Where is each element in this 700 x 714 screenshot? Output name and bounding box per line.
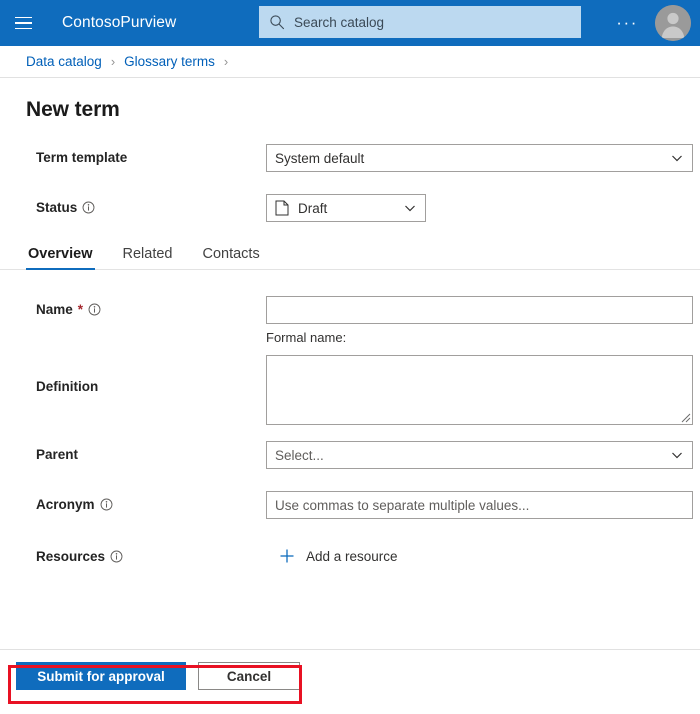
- avatar[interactable]: [655, 5, 691, 41]
- chevron-down-icon: [405, 205, 415, 212]
- name-field: Formal name:: [266, 296, 700, 345]
- acronym-label-text: Acronym: [36, 497, 95, 512]
- cancel-button[interactable]: Cancel: [198, 662, 300, 690]
- formal-name-helper: Formal name:: [266, 330, 347, 345]
- hamburger-menu-icon[interactable]: [0, 0, 46, 46]
- resources-label-text: Resources: [36, 549, 106, 564]
- breadcrumb-item-data-catalog[interactable]: Data catalog: [26, 54, 102, 69]
- tab-contacts-label: Contacts: [202, 246, 260, 262]
- field-row-resources: Resources Add a resource: [0, 543, 700, 577]
- resources-label: Resources: [36, 543, 266, 564]
- field-row-acronym: Acronym Use commas to separate multiple …: [0, 491, 700, 525]
- parent-placeholder: Select...: [275, 447, 324, 463]
- page-title: New term: [26, 98, 120, 121]
- tabs: Overview Related Contacts: [0, 244, 700, 270]
- chevron-down-icon: [672, 452, 682, 459]
- parent-field: Select...: [266, 441, 700, 469]
- search-input[interactable]: Search catalog: [259, 6, 581, 38]
- tab-related-label: Related: [122, 246, 173, 262]
- definition-textarea[interactable]: [266, 355, 693, 425]
- parent-dropdown[interactable]: Select...: [266, 441, 693, 469]
- more-options-icon[interactable]: ···: [610, 0, 644, 46]
- info-icon[interactable]: [88, 303, 101, 316]
- definition-field: [266, 355, 700, 425]
- field-row-parent: Parent Select...: [0, 441, 700, 475]
- hamburger-bar: [14, 22, 32, 24]
- tab-related[interactable]: Related: [121, 244, 175, 269]
- document-icon: [275, 200, 289, 216]
- status-dropdown[interactable]: Draft: [266, 194, 426, 222]
- term-template-value: System default: [275, 150, 365, 166]
- acronym-placeholder: Use commas to separate multiple values..…: [275, 497, 530, 513]
- acronym-label: Acronym: [36, 491, 266, 512]
- field-row-status: Status Draft: [0, 194, 700, 228]
- app-brand-title: ContosoPurview: [62, 14, 177, 31]
- status-value: Draft: [298, 200, 328, 216]
- acronym-input[interactable]: Use commas to separate multiple values..…: [266, 491, 693, 519]
- hamburger-bar: [14, 27, 32, 30]
- name-label-text: Name: [36, 302, 73, 317]
- name-label: Name *: [36, 296, 266, 317]
- footer-divider: [0, 649, 700, 650]
- app-header: ContosoPurview Search catalog ···: [0, 0, 700, 46]
- plus-icon: [280, 549, 294, 563]
- info-icon[interactable]: [82, 201, 95, 214]
- required-marker: *: [77, 302, 84, 317]
- term-template-dropdown[interactable]: System default: [266, 144, 693, 172]
- acronym-field: Use commas to separate multiple values..…: [266, 491, 700, 519]
- name-input[interactable]: [266, 296, 693, 324]
- field-row-name: Name * Formal name:: [0, 296, 700, 345]
- search-placeholder: Search catalog: [294, 14, 385, 30]
- hamburger-bar: [14, 16, 32, 19]
- status-field: Draft: [266, 194, 700, 222]
- chevron-down-icon: [672, 155, 682, 162]
- resize-grip-icon[interactable]: [679, 411, 691, 423]
- submit-for-approval-button[interactable]: Submit for approval: [16, 662, 186, 690]
- breadcrumb-separator-icon: ›: [110, 54, 116, 69]
- term-template-field: System default: [266, 144, 700, 172]
- add-resource-button[interactable]: Add a resource: [279, 543, 398, 564]
- tab-overview[interactable]: Overview: [26, 244, 95, 270]
- term-template-label-text: Term template: [36, 150, 128, 165]
- term-template-label: Term template: [36, 144, 266, 165]
- resources-field: Add a resource: [266, 543, 700, 564]
- definition-label-text: Definition: [36, 379, 99, 394]
- add-resource-label: Add a resource: [306, 548, 398, 564]
- breadcrumb-separator-icon: ›: [223, 54, 229, 69]
- field-row-term-template: Term template System default: [0, 144, 700, 178]
- definition-label: Definition: [36, 355, 266, 394]
- info-icon[interactable]: [100, 498, 113, 511]
- search-icon: [270, 15, 285, 30]
- field-row-definition: Definition: [0, 355, 700, 425]
- breadcrumb: Data catalog › Glossary terms ›: [0, 46, 700, 78]
- tab-contacts[interactable]: Contacts: [200, 244, 261, 269]
- overview-tab-panel: Name * Formal name: Definition Parent Se…: [0, 270, 700, 577]
- status-label: Status: [36, 194, 266, 215]
- info-icon[interactable]: [110, 550, 123, 563]
- footer-actions: Submit for approval Cancel: [0, 662, 300, 690]
- parent-label: Parent: [36, 441, 266, 462]
- user-avatar-icon: [655, 5, 691, 41]
- parent-label-text: Parent: [36, 447, 79, 462]
- tab-overview-label: Overview: [28, 246, 93, 262]
- new-term-form: Term template System default Status Draf…: [0, 122, 700, 228]
- breadcrumb-item-glossary-terms[interactable]: Glossary terms: [124, 54, 215, 69]
- status-label-text: Status: [36, 200, 78, 215]
